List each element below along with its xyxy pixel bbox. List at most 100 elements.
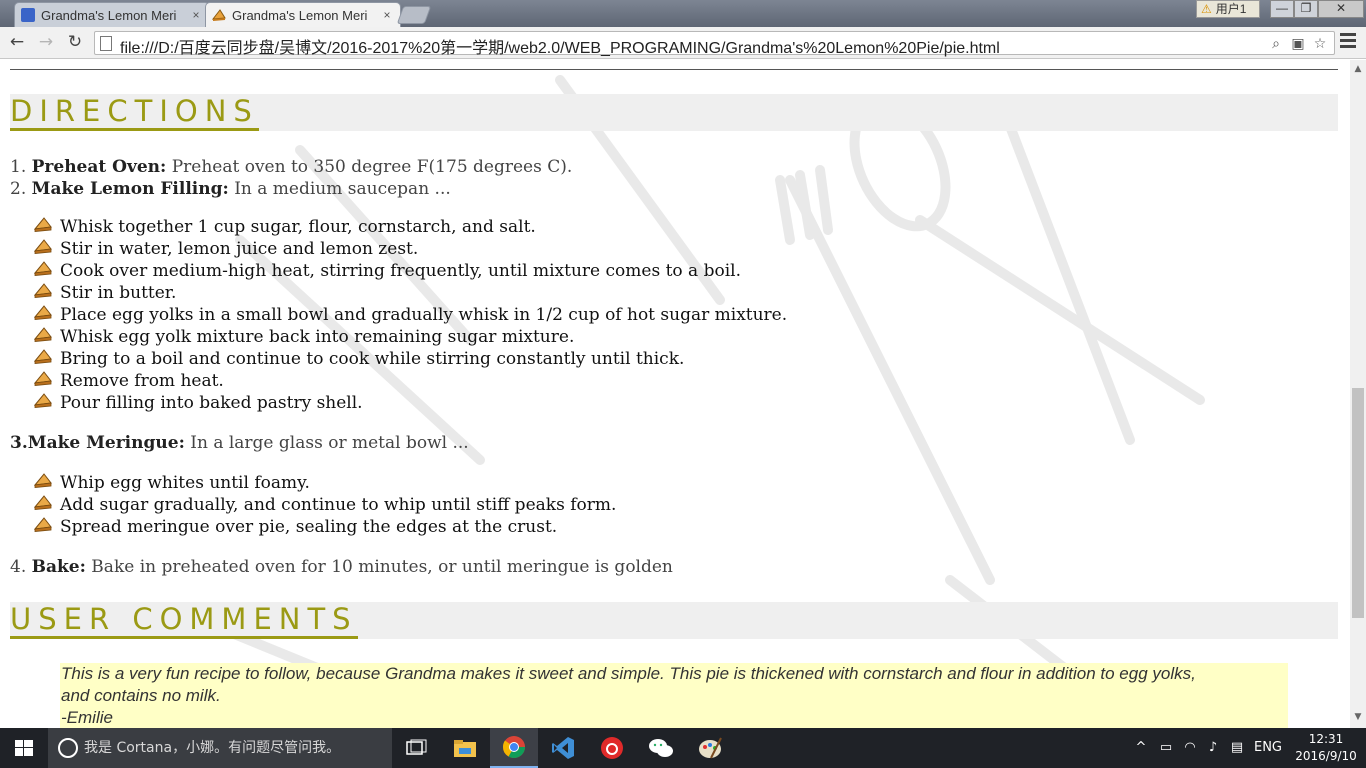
- tab-active[interactable]: Grandma's Lemon Meri ×: [205, 2, 401, 27]
- list-item-text: Whip egg whites until foamy.: [60, 473, 310, 493]
- comment-text-line: and contains no milk.: [61, 686, 221, 705]
- chrome-menu-icon[interactable]: [1340, 33, 1356, 51]
- scroll-down-icon[interactable]: ▼: [1353, 712, 1363, 722]
- list-item-text: Whisk egg yolk mixture back into remaini…: [60, 327, 575, 347]
- battery-icon[interactable]: ▭: [1156, 728, 1176, 768]
- step-number: 4.: [10, 557, 27, 577]
- list-item-text: Cook over medium-high heat, stirring fre…: [60, 261, 741, 281]
- language-indicator[interactable]: ENG: [1250, 728, 1286, 768]
- forward-button[interactable]: →: [35, 31, 57, 53]
- step-meringue: 3.Make Meringue: In a large glass or met…: [10, 432, 469, 454]
- list-item: Whisk egg yolk mixture back into remaini…: [34, 326, 787, 348]
- back-button[interactable]: ←: [6, 31, 28, 53]
- meringue-list: Whip egg whites until foamy. Add sugar g…: [34, 472, 616, 538]
- pie-favicon-icon: [212, 9, 226, 21]
- tab-title: Grandma's Lemon Meri: [41, 7, 177, 23]
- notification-icon[interactable]: ▤: [1227, 728, 1247, 768]
- list-item: Add sugar gradually, and continue to whi…: [34, 494, 616, 516]
- step-label: Make Lemon Filling:: [31, 179, 229, 199]
- step-text: In a large glass or metal bowl ...: [184, 433, 469, 453]
- step-preheat: 1. Preheat Oven: Preheat oven to 350 deg…: [10, 156, 572, 178]
- star-icon[interactable]: ☆: [1311, 35, 1329, 53]
- reload-button[interactable]: ↻: [64, 31, 86, 53]
- url-text[interactable]: file:///D:/百度云同步盘/吴博文/2016-2017%20第一学期/w…: [120, 34, 1000, 58]
- step-label: Make Meringue:: [27, 433, 185, 453]
- page-icon: [100, 36, 112, 51]
- scrollbar-thumb[interactable]: [1352, 388, 1364, 618]
- directions-section-header: DIRECTIONS: [10, 94, 1338, 131]
- pie-bullet-icon: [34, 305, 52, 320]
- scroll-up-icon[interactable]: ▲: [1353, 64, 1363, 74]
- list-item-text: Add sugar gradually, and continue to whi…: [60, 495, 617, 515]
- close-tab-icon[interactable]: ×: [380, 8, 394, 22]
- comment-text-line: This is a very fun recipe to follow, bec…: [61, 664, 1196, 683]
- minimize-button[interactable]: —: [1270, 0, 1294, 18]
- clock-date: 2016/9/10: [1295, 749, 1357, 763]
- filling-list: Whisk together 1 cup sugar, flour, corns…: [34, 216, 787, 414]
- windows-logo-icon: [15, 740, 33, 756]
- warning-icon: ⚠: [1201, 2, 1212, 16]
- list-item: Pour filling into baked pastry shell.: [34, 392, 787, 414]
- restore-button[interactable]: ❐: [1294, 0, 1318, 18]
- step-text: Preheat oven to 350 degree F(175 degrees…: [166, 157, 573, 177]
- wifi-icon[interactable]: ◠: [1180, 728, 1200, 768]
- list-item: Place egg yolks in a small bowl and grad…: [34, 304, 787, 326]
- page-viewport: DIRECTIONS 1. Preheat Oven: Preheat oven…: [0, 60, 1350, 728]
- user-comment: This is a very fun recipe to follow, bec…: [60, 663, 1288, 728]
- system-clock[interactable]: 12:31 2016/9/10: [1290, 731, 1362, 765]
- list-item: Whisk together 1 cup sugar, flour, corns…: [34, 216, 787, 238]
- step-text: In a medium saucepan ...: [228, 179, 451, 199]
- vertical-scrollbar[interactable]: ▲ ▼: [1350, 60, 1366, 728]
- chrome-icon[interactable]: [490, 728, 538, 768]
- step-number: 3.: [10, 433, 28, 453]
- pie-bullet-icon: [34, 217, 52, 232]
- step-label: Bake:: [31, 557, 86, 577]
- list-item: Stir in butter.: [34, 282, 787, 304]
- list-item: Cook over medium-high heat, stirring fre…: [34, 260, 787, 282]
- translate-icon[interactable]: ▣: [1289, 35, 1307, 53]
- comments-section-header: USER COMMENTS: [10, 602, 1338, 639]
- start-button[interactable]: [0, 728, 48, 768]
- task-view-icon[interactable]: [392, 728, 440, 768]
- tab-title: Grandma's Lemon Meri: [232, 7, 368, 23]
- user-profile-button[interactable]: ⚠ 用户1: [1196, 0, 1260, 18]
- list-item-text: Whisk together 1 cup sugar, flour, corns…: [60, 217, 536, 237]
- close-window-button[interactable]: ✕: [1318, 0, 1364, 18]
- list-item: Whip egg whites until foamy.: [34, 472, 616, 494]
- search-placeholder: 我是 Cortana，小娜。有问题尽管问我。: [84, 740, 341, 756]
- cortana-icon: [58, 738, 78, 758]
- pie-bullet-icon: [34, 239, 52, 254]
- list-item-text: Bring to a boil and continue to cook whi…: [60, 349, 685, 369]
- address-bar[interactable]: file:///D:/百度云同步盘/吴博文/2016-2017%20第一学期/w…: [94, 31, 1335, 58]
- zoom-icon[interactable]: ⌕: [1267, 35, 1285, 53]
- step-bake: 4. Bake: Bake in preheated oven for 10 m…: [10, 556, 673, 578]
- step-filling: 2. Make Lemon Filling: In a medium sauce…: [10, 178, 572, 200]
- list-item: Bring to a boil and continue to cook whi…: [34, 348, 787, 370]
- cortana-search-box[interactable]: 我是 Cortana，小娜。有问题尽管问我。: [48, 728, 392, 768]
- page-favicon-icon: [21, 8, 35, 22]
- pie-bullet-icon: [34, 473, 52, 488]
- list-item-text: Stir in butter.: [60, 283, 177, 303]
- list-item-text: Remove from heat.: [60, 371, 224, 391]
- volume-icon[interactable]: ♪: [1203, 728, 1223, 768]
- directions-step-4: 4. Bake: Bake in preheated oven for 10 m…: [10, 556, 673, 578]
- wechat-icon[interactable]: [637, 728, 685, 768]
- top-divider: [10, 69, 1338, 70]
- pie-bullet-icon: [34, 517, 52, 532]
- paint-icon[interactable]: [686, 728, 734, 768]
- new-tab-button[interactable]: [396, 6, 432, 24]
- pie-bullet-icon: [34, 393, 52, 408]
- tray-expand-icon[interactable]: ^: [1132, 728, 1150, 768]
- user-name: 用户1: [1215, 2, 1247, 16]
- close-tab-icon[interactable]: ×: [189, 8, 203, 22]
- clock-time: 12:31: [1308, 732, 1344, 746]
- pie-bullet-icon: [34, 327, 52, 342]
- step-number: 1.: [10, 157, 27, 177]
- list-item: Remove from heat.: [34, 370, 787, 392]
- netease-music-icon[interactable]: [588, 728, 636, 768]
- tab-strip: Grandma's Lemon Meri × Grandma's Lemon M…: [0, 0, 1366, 27]
- file-explorer-icon[interactable]: [441, 728, 489, 768]
- tab-inactive[interactable]: Grandma's Lemon Meri ×: [14, 2, 210, 27]
- visual-studio-icon[interactable]: [539, 728, 587, 768]
- pie-bullet-icon: [34, 349, 52, 364]
